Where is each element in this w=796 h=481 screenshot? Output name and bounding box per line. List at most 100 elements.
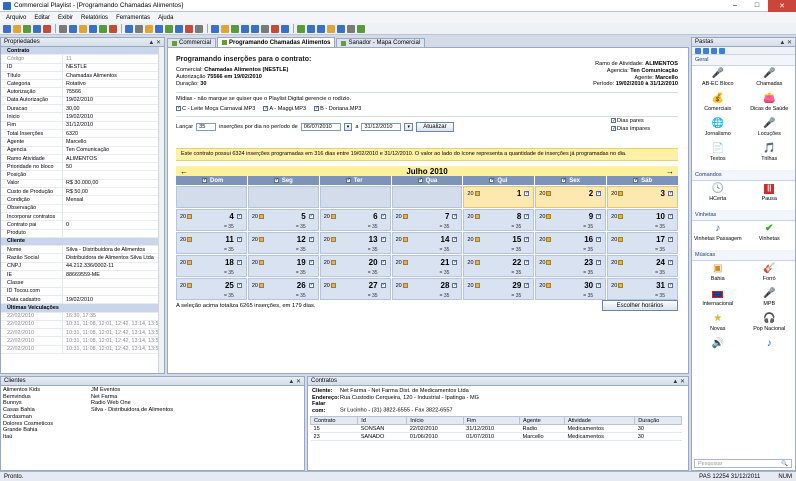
weekday-4[interactable]: Qui: [463, 176, 535, 185]
midia-checkbox[interactable]: [263, 105, 269, 111]
atualizar-button[interactable]: Atualizar: [415, 121, 454, 132]
property-row[interactable]: Categoria Rotativo: [1, 80, 164, 89]
property-row[interactable]: Nome Silva - Distribuidora de Alimentos: [1, 246, 164, 255]
property-value[interactable]: Marcello: [63, 139, 164, 145]
weekday-checkbox[interactable]: [417, 177, 423, 183]
property-value[interactable]: ALIMENTOS: [63, 156, 164, 162]
property-row[interactable]: 22/02/2010 10:31, 11:08, 12:01, 12:42, 13…: [1, 329, 164, 338]
toolbar-button-icon[interactable]: [281, 24, 289, 33]
property-row[interactable]: CNPJ 44.212.336/0002-11: [1, 262, 164, 272]
view-icon[interactable]: [703, 48, 709, 54]
date-from-input[interactable]: 06/07/2010: [300, 122, 341, 131]
day-checkbox[interactable]: [308, 236, 314, 242]
weekday-checkbox[interactable]: [633, 177, 638, 183]
pasta-item[interactable]: 🎸 Forró: [744, 263, 796, 288]
properties-scrollbar[interactable]: [158, 47, 164, 373]
property-row[interactable]: Razão Social Distribuidora de Alimentos S…: [1, 254, 164, 263]
toolbar-button-icon[interactable]: [135, 24, 143, 33]
day-checkbox[interactable]: [524, 259, 529, 265]
toolbar-button-icon[interactable]: [99, 24, 107, 33]
day-checkbox[interactable]: [596, 190, 601, 196]
day-checkbox[interactable]: [380, 259, 386, 265]
calendar-day-cell[interactable]: 20 19 = 35: [247, 255, 319, 277]
dias-impares-option[interactable]: Dias ímpares: [611, 125, 650, 133]
day-checkbox[interactable]: [596, 259, 601, 265]
day-checkbox[interactable]: [236, 259, 242, 265]
day-checkbox[interactable]: [236, 213, 242, 219]
weekday-1[interactable]: Seg: [247, 176, 319, 185]
property-row[interactable]: Classe: [1, 279, 164, 288]
day-checkbox[interactable]: [596, 236, 601, 242]
weekday-checkbox[interactable]: [561, 177, 566, 183]
property-value[interactable]: 19/02/2010: [63, 297, 164, 303]
pasta-item[interactable]: 🎵 Trilhas: [744, 143, 796, 168]
property-value[interactable]: Distribuidora de Alimentos Silva Ltda: [63, 255, 164, 261]
day-checkbox[interactable]: [524, 282, 529, 288]
toolbar-button-icon[interactable]: [165, 24, 173, 33]
property-row[interactable]: Ramo Atividade ALIMENTOS: [1, 154, 164, 164]
calendar-day-cell[interactable]: 20 25 = 35: [176, 278, 247, 300]
property-value[interactable]: 6320: [63, 131, 164, 137]
tab-0[interactable]: Commercial: [167, 38, 217, 47]
column-header[interactable]: Agente: [519, 416, 565, 426]
day-checkbox[interactable]: [452, 213, 458, 219]
midia-checkbox[interactable]: [314, 105, 319, 111]
cliente-item[interactable]: JM Eventos: [91, 387, 211, 394]
property-row[interactable]: Total Inserções 6320: [1, 129, 164, 139]
property-row[interactable]: Custo de Produção R$ 50,00: [1, 188, 164, 197]
column-header[interactable]: Id: [357, 416, 408, 426]
property-value[interactable]: 75566: [63, 89, 164, 95]
calendar-day-cell[interactable]: 20 28 = 35: [391, 278, 463, 300]
midia-option[interactable]: C - Leite Moça Carnaval.MP3: [176, 105, 255, 112]
list-icon[interactable]: [719, 48, 725, 54]
toolbar-button-icon[interactable]: [231, 24, 239, 33]
dias-pares-checkbox[interactable]: [611, 117, 616, 125]
property-value[interactable]: 10:31, 11:08, 12:01, 12:42, 13:14, 13:52: [63, 321, 164, 327]
midia-option[interactable]: B - Doriana.MP3: [314, 105, 361, 112]
pasta-item[interactable]: 🔊: [692, 338, 744, 363]
toolbar-button-icon[interactable]: [43, 24, 51, 33]
calendar-day-cell[interactable]: 20 11 = 35: [176, 232, 247, 254]
escolher-horarios-button[interactable]: Escolher horários: [602, 300, 678, 311]
property-row[interactable]: Posição: [1, 171, 164, 180]
pasta-item[interactable]: ▣ Bahia: [692, 263, 744, 288]
day-checkbox[interactable]: [308, 213, 314, 219]
midia-checkbox[interactable]: [176, 105, 181, 111]
property-row[interactable]: Código 11: [1, 55, 164, 64]
weekday-2[interactable]: Ter: [319, 176, 391, 185]
table-row[interactable]: 15 SONSAN 22/02/2010 31/12/2010 Radio Medicam…: [310, 424, 682, 434]
property-value[interactable]: 0: [63, 222, 164, 228]
pasta-item[interactable]: Internacional: [692, 288, 744, 313]
pasta-item[interactable]: ♪ Vinhetas Passagem: [692, 223, 744, 248]
pastas-group-header[interactable]: Geral: [692, 55, 795, 66]
pasta-item[interactable]: 🎤 Chamadas: [744, 68, 796, 93]
property-value[interactable]: 44.212.336/0002-11: [63, 263, 164, 269]
toolbar-button-icon[interactable]: [89, 24, 97, 33]
calendar-day-cell[interactable]: 20 29 = 35: [463, 278, 535, 300]
property-row[interactable]: Agencia Ten Comunicação: [1, 146, 164, 155]
dias-pares-option[interactable]: Dias pares: [611, 117, 650, 125]
property-value[interactable]: 19/02/2010: [63, 97, 164, 103]
property-row[interactable]: Contrato pai 0: [1, 221, 164, 230]
calendar-day-cell[interactable]: 20 20 = 35: [319, 255, 391, 277]
day-checkbox[interactable]: [380, 236, 386, 242]
toolbar-button-icon[interactable]: [79, 24, 87, 33]
cliente-item[interactable]: Net Farma: [91, 394, 211, 401]
cliente-item[interactable]: Itaú: [3, 434, 91, 441]
menu-ajuda[interactable]: Ajuda: [158, 15, 173, 21]
day-checkbox[interactable]: [452, 282, 458, 288]
column-header[interactable]: Atividade: [563, 416, 636, 426]
property-value[interactable]: 16:30, 17:35: [63, 313, 164, 319]
weekday-3[interactable]: Qua: [391, 176, 463, 185]
weekday-checkbox[interactable]: [345, 177, 351, 183]
cliente-item[interactable]: Grande Bahia: [3, 427, 91, 434]
toolbar-button-icon[interactable]: [125, 24, 133, 33]
toolbar-button-icon[interactable]: [241, 24, 249, 33]
date-to-input[interactable]: 31/12/2010: [361, 122, 402, 131]
calendar-day-cell[interactable]: 20 23 = 35: [535, 255, 607, 277]
day-checkbox[interactable]: [667, 282, 673, 288]
pasta-item[interactable]: 🕓 HCerta: [692, 183, 744, 208]
day-checkbox[interactable]: [524, 236, 529, 242]
cliente-item[interactable]: Casas Bahia: [3, 407, 91, 414]
calendar-day-cell[interactable]: 20 13 = 35: [319, 232, 391, 254]
